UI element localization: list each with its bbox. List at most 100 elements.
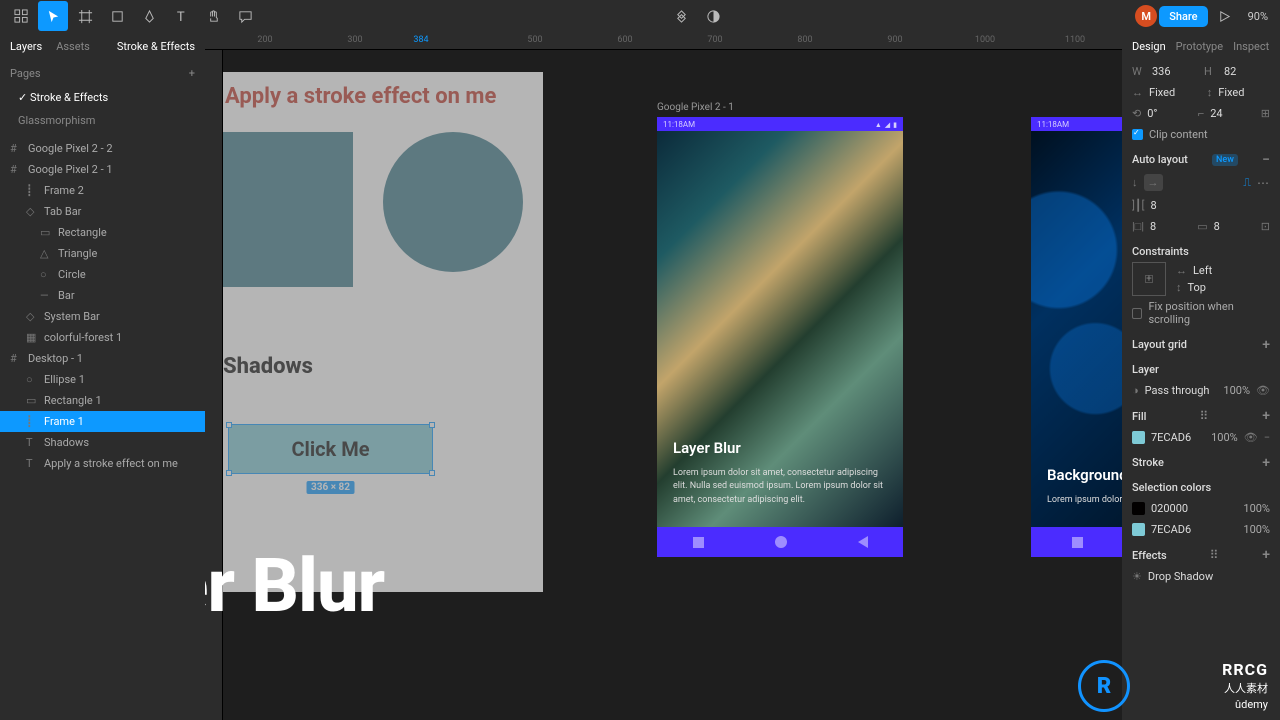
autolayout-more-icon[interactable]: ⋯ <box>1257 176 1270 190</box>
constraint-h-select[interactable]: Left <box>1193 264 1212 277</box>
phone-body: Lorem ipsum dolor sit amet, adipiscing e… <box>1047 494 1107 508</box>
direction-horizontal-icon[interactable]: → <box>1144 174 1163 191</box>
color-swatch[interactable] <box>1132 502 1145 515</box>
add-layout-grid-icon[interactable]: + <box>1262 340 1270 350</box>
fill-visibility-icon[interactable]: 👁 <box>1244 431 1258 444</box>
horiz-resize-icon[interactable]: ↔ <box>1132 86 1143 99</box>
hand-tool-icon[interactable] <box>198 1 228 31</box>
blend-mode-icon[interactable]: ◑ <box>1132 384 1139 397</box>
present-icon[interactable] <box>1210 1 1240 31</box>
layer-item[interactable]: ┋Frame 2 <box>0 180 205 201</box>
zoom-level[interactable]: 90% <box>1242 10 1274 23</box>
gap-field[interactable]: 8 <box>1150 199 1270 212</box>
text-tool-icon[interactable]: T <box>166 1 196 31</box>
constraints-widget[interactable]: + <box>1132 262 1166 296</box>
mask-icon[interactable] <box>699 1 729 31</box>
canvas[interactable]: 200 300 384 500 600 700 800 900 1000 110… <box>205 32 1122 720</box>
padding-v-field[interactable]: 8 <box>1214 220 1255 233</box>
nav-recent-icon[interactable] <box>693 537 704 548</box>
constraint-vert[interactable]: Fixed <box>1218 86 1270 99</box>
add-fill-icon[interactable]: + <box>1262 411 1270 421</box>
main-menu-icon[interactable] <box>6 1 36 31</box>
fill-opacity-field[interactable]: 100% <box>1211 431 1238 444</box>
tab-inspect[interactable]: Inspect <box>1233 40 1269 53</box>
fix-position-checkbox[interactable] <box>1132 308 1142 319</box>
effects-styles-icon[interactable]: ⠿ <box>1210 548 1220 562</box>
share-button[interactable]: Share <box>1159 6 1207 27</box>
layer-item[interactable]: #Google Pixel 2 - 2 <box>0 138 205 159</box>
fill-hex-field[interactable]: 7ECAD6 <box>1151 431 1205 444</box>
radius-field[interactable]: 24 <box>1210 107 1255 120</box>
fill-styles-icon[interactable]: ⠿ <box>1199 409 1209 423</box>
effect-settings-icon[interactable]: ☀ <box>1132 570 1142 583</box>
add-stroke-icon[interactable]: + <box>1262 458 1270 468</box>
nav-recent-icon[interactable] <box>1072 537 1083 548</box>
frame-pixel-2-1[interactable]: Google Pixel 2 - 1 11:18AM ▲◢▮ Layer Blu… <box>657 117 903 557</box>
autolayout-title: Auto layout <box>1132 153 1188 166</box>
frame-tool-icon[interactable] <box>70 1 100 31</box>
layer-item[interactable]: △Triangle <box>0 243 205 264</box>
page-name-label[interactable]: Stroke & Effects <box>117 40 195 53</box>
avatar[interactable]: M <box>1135 5 1157 27</box>
layer-item[interactable]: ○Ellipse 1 <box>0 369 205 390</box>
alignment-box-icon[interactable]: ⎍ <box>1243 176 1251 190</box>
clip-content-label: Clip content <box>1149 128 1208 141</box>
corner-radius-icon[interactable]: ⌐ <box>1198 107 1204 120</box>
move-tool-icon[interactable] <box>38 1 68 31</box>
remove-fill-icon[interactable]: − <box>1264 431 1270 444</box>
nav-home-icon[interactable] <box>775 536 787 548</box>
frame-pixel-2-2[interactable]: Google Pixel 2 - 2 11:18AM Background Lo… <box>1031 117 1122 557</box>
layer-item[interactable]: —Bar <box>0 285 205 306</box>
layer-item[interactable]: #Desktop - 1 <box>0 348 205 369</box>
rotation-icon[interactable]: ⟲ <box>1132 107 1141 120</box>
height-field[interactable]: 82 <box>1224 65 1270 78</box>
layer-item[interactable]: ○Circle <box>0 264 205 285</box>
padding-h-field[interactable]: 8 <box>1150 220 1191 233</box>
ruler-tick: 500 <box>527 35 542 45</box>
remove-autolayout-icon[interactable]: − <box>1262 155 1270 165</box>
layer-item[interactable]: ┋Frame 1 <box>0 411 205 432</box>
shape-tool-icon[interactable] <box>102 1 132 31</box>
vert-resize-icon[interactable]: ↕ <box>1207 86 1213 99</box>
rotation-field[interactable]: 0° <box>1147 107 1192 120</box>
independent-corners-icon[interactable]: ⊞ <box>1261 107 1270 120</box>
direction-vertical-icon[interactable]: ↓ <box>1132 176 1138 189</box>
new-badge: New <box>1212 154 1238 166</box>
selection-color-row[interactable]: 020000100% <box>1122 498 1280 519</box>
layer-type-icon: # <box>10 352 22 365</box>
comment-tool-icon[interactable] <box>230 1 260 31</box>
nav-back-icon[interactable] <box>858 536 868 548</box>
constraint-v-select[interactable]: Top <box>1188 281 1213 294</box>
layer-item[interactable]: TApply a stroke effect on me <box>0 453 205 474</box>
tab-layers[interactable]: Layers <box>10 40 42 53</box>
independent-padding-icon[interactable]: ⊡ <box>1261 220 1270 233</box>
layer-item[interactable]: TShadows <box>0 432 205 453</box>
color-swatch[interactable] <box>1132 523 1145 536</box>
layer-item[interactable]: ▭Rectangle 1 <box>0 390 205 411</box>
blend-mode-select[interactable]: Pass through <box>1145 384 1218 397</box>
fill-swatch[interactable] <box>1132 431 1145 444</box>
clip-content-checkbox[interactable] <box>1132 129 1143 140</box>
layer-opacity-field[interactable]: 100% <box>1223 384 1250 397</box>
tab-assets[interactable]: Assets <box>56 40 90 53</box>
layer-item[interactable]: ▦colorful-forest 1 <box>0 327 205 348</box>
tab-design[interactable]: Design <box>1132 40 1166 53</box>
layer-item[interactable]: #Google Pixel 2 - 1 <box>0 159 205 180</box>
page-item[interactable]: Glassmorphism <box>0 109 205 132</box>
page-item[interactable]: Stroke & Effects <box>0 86 205 109</box>
constraint-horiz[interactable]: Fixed <box>1149 86 1201 99</box>
layer-item[interactable]: ▭Rectangle <box>0 222 205 243</box>
layer-name: Google Pixel 2 - 1 <box>28 163 113 176</box>
component-icon[interactable] <box>667 1 697 31</box>
add-effect-icon[interactable]: + <box>1262 550 1270 560</box>
effect-type-select[interactable]: Drop Shadow <box>1148 570 1270 583</box>
width-field[interactable]: 336 <box>1152 65 1198 78</box>
add-page-icon[interactable]: + <box>189 67 195 80</box>
layer-item[interactable]: ◇System Bar <box>0 306 205 327</box>
pen-tool-icon[interactable] <box>134 1 164 31</box>
frame-desktop-1[interactable]: Apply a stroke effect on me Shadows Clic… <box>223 72 543 592</box>
selection-color-row[interactable]: 7ECAD6100% <box>1122 519 1280 540</box>
visibility-icon[interactable]: 👁 <box>1256 384 1270 397</box>
layer-item[interactable]: ◇Tab Bar <box>0 201 205 222</box>
tab-prototype[interactable]: Prototype <box>1176 40 1223 53</box>
